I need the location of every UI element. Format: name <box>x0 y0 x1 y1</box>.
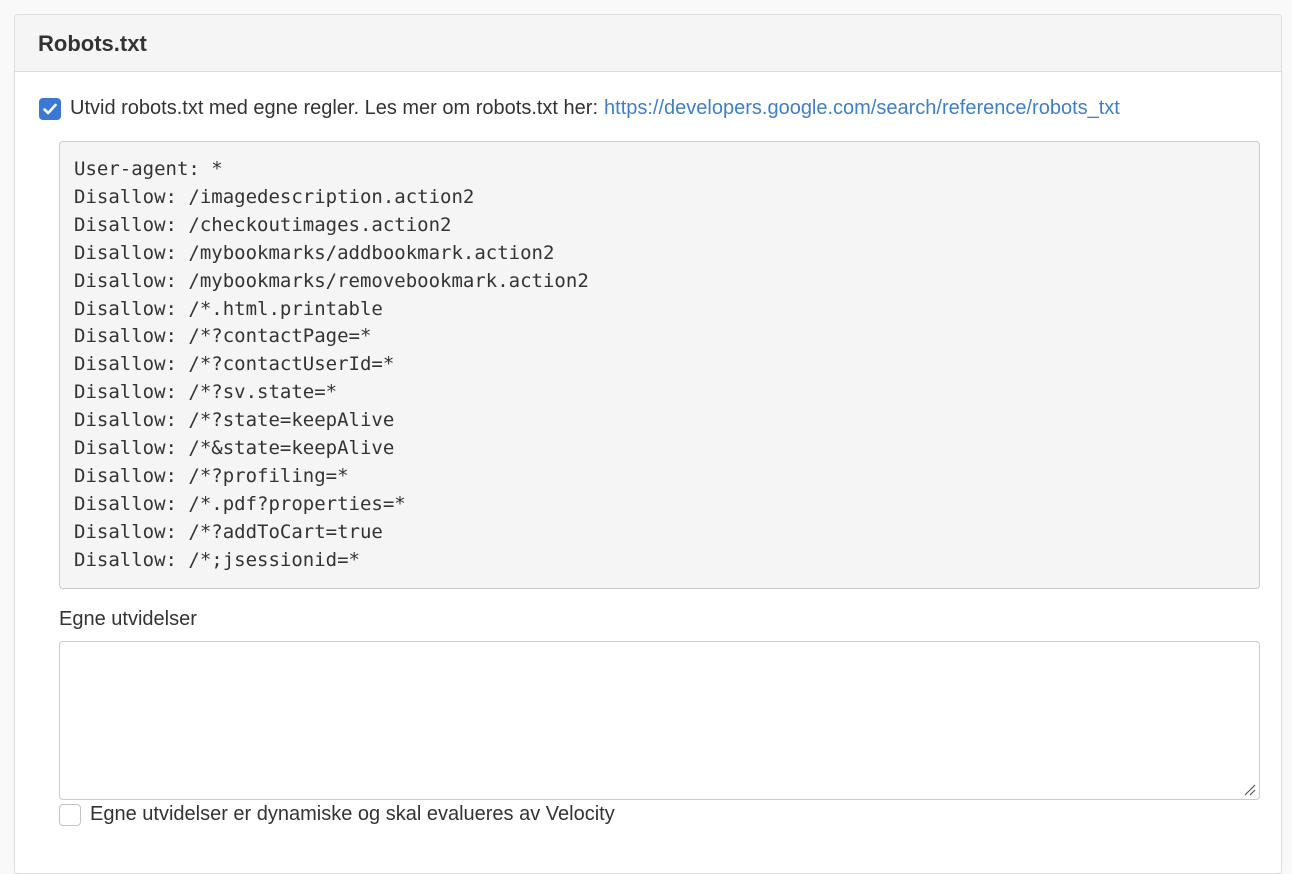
resize-grip-icon[interactable] <box>1242 782 1256 796</box>
robots-txt-docs-link[interactable]: https://developers.google.com/search/ref… <box>604 97 1120 119</box>
default-rule-line: Disallow: /*?contactPage=* <box>74 325 372 348</box>
default-rule-line: Disallow: /*?addToCart=true <box>74 520 383 543</box>
default-rule-line: Disallow: /mybookmarks/removebookmark.ac… <box>74 269 589 292</box>
dynamic-row: Egne utvidelser er dynamiske og skal eva… <box>59 803 615 826</box>
default-rules-block: User-agent: * Disallow: /imagedescription… <box>59 141 1260 589</box>
dynamic-checkbox[interactable] <box>59 803 81 826</box>
default-rule-line: Disallow: /imagedescription.action2 <box>74 185 475 208</box>
extend-robots-checkbox[interactable] <box>39 97 61 120</box>
default-rule-line: User-agent: * <box>74 158 223 180</box>
custom-rules-textarea[interactable] <box>59 641 1260 800</box>
default-rule-line: Disallow: /*?contactUserId=* <box>74 353 395 376</box>
extend-robots-text: Utvid robots.txt med egne regler. Les me… <box>70 97 599 119</box>
panel-heading: Robots.txt <box>15 15 1281 72</box>
extend-robots-label: Utvid robots.txt med egne regler. Les me… <box>70 97 1120 120</box>
dynamic-label: Egne utvidelser er dynamiske og skal eva… <box>90 803 615 825</box>
default-rule-line: Disallow: /*?profiling=* <box>74 464 349 487</box>
default-rule-line: Disallow: /checkoutimages.action2 <box>74 213 452 236</box>
default-rule-line: Disallow: /*&state=keepAlive <box>74 437 395 460</box>
default-rule-line: Disallow: /mybookmarks/addbookmark.actio… <box>74 241 555 264</box>
default-rule-line: Disallow: /*.html.printable <box>74 297 383 320</box>
checkmark-icon <box>43 103 57 114</box>
extend-robots-row: Utvid robots.txt med egne regler. Les me… <box>39 97 1120 120</box>
robots-txt-panel: Robots.txt Utvid robots.txt med egne reg… <box>14 14 1282 874</box>
custom-rules-label: Egne utvidelser <box>59 608 197 630</box>
default-rule-line: Disallow: /*?state=keepAlive <box>74 409 395 432</box>
panel-title: Robots.txt <box>38 31 147 56</box>
default-rule-line: Disallow: /*;jsessionid=* <box>74 548 360 571</box>
default-rule-line: Disallow: /*?sv.state=* <box>74 381 338 404</box>
default-rule-line: Disallow: /*.pdf?properties=* <box>74 492 406 515</box>
